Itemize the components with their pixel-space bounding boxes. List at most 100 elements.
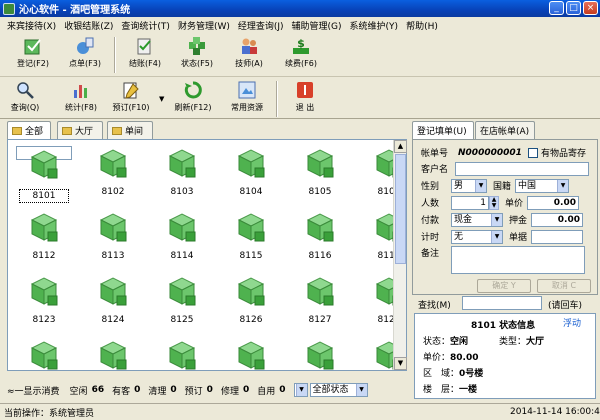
confirm-button[interactable]: 确定 Y	[477, 279, 531, 293]
room-8138[interactable]: 8138	[292, 338, 348, 370]
show-consumption-toggle[interactable]: ≈一显示消费	[7, 384, 60, 397]
room-number: 8127	[308, 315, 332, 325]
cancel-button[interactable]: 取消 C	[537, 279, 591, 293]
room-cube-icon	[237, 213, 265, 242]
renew-button[interactable]: $ 续费(F6)	[276, 35, 326, 75]
scroll-down-button[interactable]: ▼	[394, 357, 407, 370]
room-8114[interactable]: 8114	[154, 210, 210, 261]
room-8125[interactable]: 8125	[154, 274, 210, 325]
voucher-input[interactable]	[531, 229, 584, 244]
room-cube-icon	[306, 341, 334, 370]
stats-label: 统计(F8)	[65, 103, 97, 112]
room-grid: 8101 8102 8103 8104 8105 8106 8112 8113 8114 8115…	[7, 139, 407, 371]
status-button[interactable]: 状态(F5)	[172, 35, 222, 75]
people-stepper[interactable]: ▲ ▼	[489, 195, 499, 210]
room-cube-icon	[168, 277, 196, 306]
status-datetime: 2014-11-14 16:00:4	[510, 407, 600, 417]
cleaning-count: 0	[170, 385, 177, 395]
chevron-down-icon[interactable]: ▼	[159, 95, 164, 103]
room-8134[interactable]: 8134	[16, 338, 72, 370]
room-8101[interactable]: 8101	[16, 146, 72, 203]
menu-cashier[interactable]: 收银结账(Z)	[60, 19, 117, 32]
room-8105[interactable]: 8105	[292, 146, 348, 197]
room-8104[interactable]: 8104	[223, 146, 279, 197]
float-toggle[interactable]: 浮动	[563, 316, 581, 329]
room-cube-icon	[99, 149, 127, 178]
room-8112[interactable]: 8112	[16, 210, 72, 261]
exit-label: 退 出	[295, 103, 315, 112]
room-8127[interactable]: 8127	[292, 274, 348, 325]
minimize-button[interactable]: _	[549, 1, 564, 15]
room-8124[interactable]: 8124	[85, 274, 141, 325]
room-number: 8126	[239, 315, 263, 325]
query-button[interactable]: 查询(Q)	[0, 79, 50, 119]
remark-input[interactable]	[451, 246, 585, 274]
room-8137[interactable]: 8137	[223, 338, 279, 370]
customer-name-input[interactable]	[455, 161, 589, 176]
room-number: 8105	[308, 187, 332, 197]
room-8123[interactable]: 8123	[16, 274, 72, 325]
tab-hall[interactable]: 大厅	[57, 121, 103, 139]
room-cube-icon	[30, 213, 58, 242]
close-button[interactable]: ×	[583, 1, 598, 15]
nationality-select[interactable]: 中国 ▼	[515, 178, 570, 193]
booking-button[interactable]: 预订(F10)	[106, 79, 156, 119]
tab-room[interactable]: 单间	[107, 121, 153, 139]
menu-system[interactable]: 系统维护(Y)	[346, 19, 403, 32]
tab-register-form[interactable]: 登记填单(U)	[412, 121, 474, 140]
status-filter-select[interactable]: 全部状态 ▼	[309, 383, 368, 397]
refresh-button[interactable]: 刷新(F12)	[168, 79, 218, 119]
menu-reception[interactable]: 来宾接待(X)	[3, 19, 60, 32]
register-button[interactable]: 登记(F2)	[8, 35, 58, 75]
stats-button[interactable]: 统计(F8)	[56, 79, 106, 119]
people-count-input[interactable]: 1	[451, 195, 489, 210]
room-8126[interactable]: 8126	[223, 274, 279, 325]
room-8102[interactable]: 8102	[85, 146, 141, 197]
technician-label: 技师(A)	[235, 59, 263, 68]
timing-select[interactable]: 无 ▼	[451, 229, 503, 244]
room-cube-icon	[168, 213, 196, 242]
room-number: 8114	[170, 251, 194, 261]
menu-assist[interactable]: 辅助管理(G)	[288, 19, 346, 32]
room-8115[interactable]: 8115	[223, 210, 279, 261]
menu-help[interactable]: 帮助(H)	[402, 19, 442, 32]
room-cube-icon	[99, 277, 127, 306]
folder-icon	[62, 126, 72, 135]
technician-button[interactable]: 技师(A)	[224, 35, 274, 75]
room-8113[interactable]: 8113	[85, 210, 141, 261]
folder-icon	[112, 126, 122, 135]
order-button[interactable]: 点单(F3)	[60, 35, 110, 75]
room-number: 8115	[239, 251, 263, 261]
menu-query[interactable]: 查询统计(T)	[117, 19, 174, 32]
room-8116[interactable]: 8116	[292, 210, 348, 261]
room-8135[interactable]: 8135	[85, 338, 141, 370]
resources-button[interactable]: 常用资源	[222, 79, 272, 119]
price-input[interactable]: 0.00	[527, 195, 580, 210]
window-title: 沁心软件 - 酒吧管理系统	[19, 5, 131, 16]
storage-checkbox[interactable]	[528, 147, 538, 158]
room-8103[interactable]: 8103	[154, 146, 210, 197]
status-bar: 当前操作： 系统管理员 2014-11-14 16:00:4	[0, 403, 600, 420]
gender-select[interactable]: 男 ▼	[451, 178, 487, 193]
status-label: 状态(F5)	[181, 59, 213, 68]
scroll-up-button[interactable]: ▲	[394, 140, 407, 153]
room-scrollbar[interactable]: ▲ ▼	[393, 140, 407, 370]
room-8136[interactable]: 8136	[154, 338, 210, 370]
menu-manager[interactable]: 经理查询(J)	[234, 19, 288, 32]
folder-icon	[12, 126, 22, 135]
room-number: 8125	[170, 315, 194, 325]
exit-button[interactable]: 退 出	[280, 79, 330, 119]
tab-all[interactable]: 全部	[7, 121, 51, 139]
search-input[interactable]	[462, 296, 542, 310]
maximize-button[interactable]: □	[566, 1, 581, 15]
payment-select[interactable]: 现金 ▼	[451, 212, 503, 227]
status-color-select[interactable]: ▼	[293, 383, 308, 397]
menu-finance[interactable]: 财务管理(W)	[174, 19, 234, 32]
scroll-thumb[interactable]	[395, 154, 406, 264]
room-cube-icon	[99, 213, 127, 242]
tab-in-store-bills[interactable]: 在店帐单(A)	[475, 121, 535, 139]
checkout-button[interactable]: 结账(F4)	[120, 35, 170, 75]
technician-icon	[242, 38, 257, 54]
deposit-input[interactable]: 0.00	[531, 212, 584, 227]
room-info-panel: 8101 状态信息 浮动 状态：空闲 类型：大厅 单价：80.00 区 域：0号…	[414, 313, 596, 399]
